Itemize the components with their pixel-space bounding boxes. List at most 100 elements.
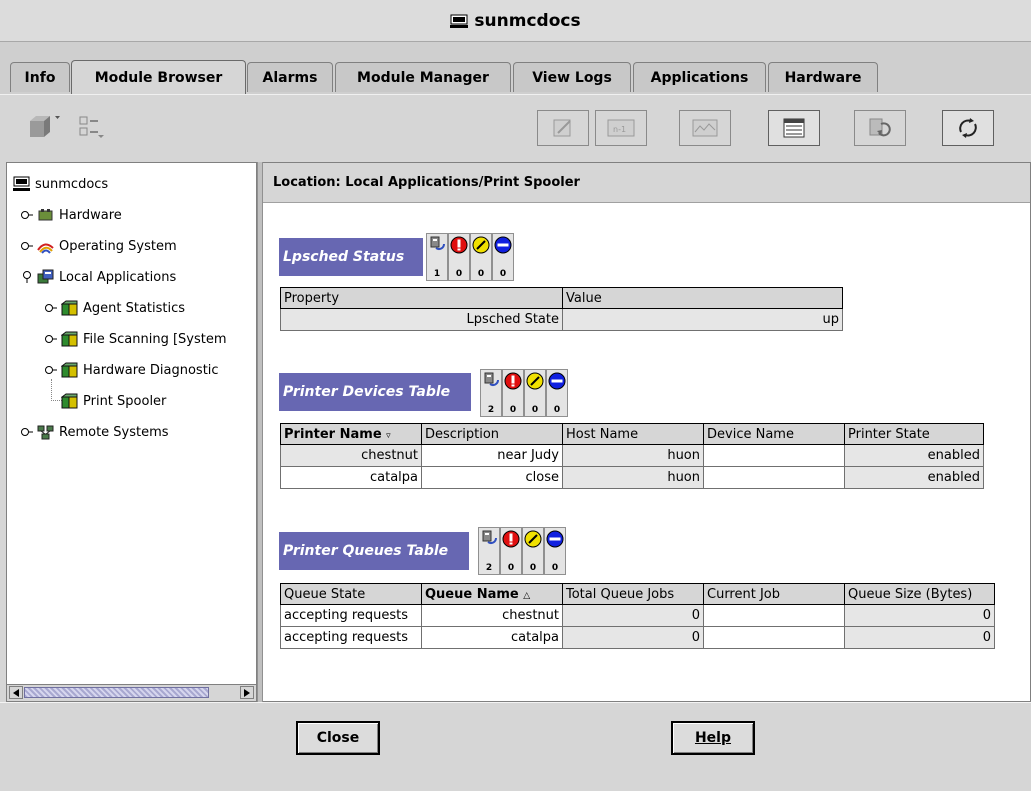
column-header-printer-state[interactable]: Printer State [844,423,984,445]
dialog-button-bar: Close Help [0,702,1031,791]
collapsed-toggle-icon[interactable] [45,364,57,376]
printer-queues-table: Queue State Queue Name △ Total Queue Job… [280,583,995,649]
tree-label: Hardware Diagnostic [83,362,219,378]
column-header-host-name[interactable]: Host Name [562,423,704,445]
graph-button[interactable] [679,110,731,146]
section-title: Printer Queues Table [283,543,449,559]
tab-hardware[interactable]: Hardware [768,62,878,92]
tab-info[interactable]: Info [10,62,70,92]
module-hosts-icon [484,372,499,386]
toggle-properties-button[interactable] [78,113,120,143]
tab-applications[interactable]: Applications [633,62,766,92]
column-header-total-queue-jobs[interactable]: Total Queue Jobs [562,583,704,605]
tab-alarms[interactable]: Alarms [247,62,333,92]
expanded-toggle-icon[interactable] [21,271,33,283]
help-button[interactable]: Help [671,721,755,755]
column-header-current-job[interactable]: Current Job [703,583,845,605]
horizontal-scrollbar[interactable] [7,684,256,701]
tree-item-hardware[interactable]: Hardware [21,204,122,226]
minor-count[interactable]: 0 [492,233,514,281]
applications-icon [37,269,54,285]
major-alarm-icon [526,372,544,390]
scroll-right-arrow-icon[interactable] [240,686,254,699]
scroll-thumb[interactable] [24,687,209,698]
critical-count[interactable]: 0 [448,233,470,281]
collapsed-toggle-icon[interactable] [21,426,33,438]
location-text: Location: Local Applications/Print Spool… [273,175,580,190]
table-row[interactable]: catalpa close huon enabled [280,466,984,489]
tree-item-print-spooler[interactable]: Print Spooler [61,390,166,412]
collapsed-toggle-icon[interactable] [21,240,33,252]
devices-alarm-counts[interactable]: 2 0 0 0 [480,369,568,417]
column-header-property[interactable]: Property [280,287,563,309]
tree-item-remote-systems[interactable]: Remote Systems [21,421,169,443]
tree-root-sunmcdocs[interactable]: sunmcdocs [13,173,108,195]
column-header-queue-name[interactable]: Queue Name △ [421,583,563,605]
tab-view-logs[interactable]: View Logs [513,62,631,92]
collapsed-toggle-icon[interactable] [45,302,57,314]
tree-label: Print Spooler [83,393,167,409]
critical-count[interactable]: 0 [500,527,522,575]
critical-count[interactable]: 0 [502,369,524,417]
hosts-count[interactable]: 2 [480,369,502,417]
module-cube-icon [61,362,78,378]
minor-alarm-icon [546,530,564,548]
tree-label: File Scanning [System [83,331,227,347]
column-header-printer-name[interactable]: Printer Name ▿ [280,423,422,445]
column-header-queue-size[interactable]: Queue Size (Bytes) [844,583,995,605]
window-title: sunmcdocs [474,10,581,31]
collapsed-toggle-icon[interactable] [21,209,33,221]
major-count[interactable]: 0 [524,369,546,417]
column-header-value[interactable]: Value [562,287,843,309]
tree-label: Local Applications [59,269,177,285]
tree-item-hardware-diagnostic[interactable]: Hardware Diagnostic [45,359,219,381]
tree-label: Hardware [59,207,122,223]
svg-text:n-1: n-1 [613,125,626,134]
table-view-button[interactable] [768,110,820,146]
queues-alarm-counts[interactable]: 2 0 0 0 [478,527,566,575]
collapsed-toggle-icon[interactable] [45,333,57,345]
computer-icon [450,14,469,28]
section-title: Printer Devices Table [283,384,451,400]
table-view-icon [783,118,805,138]
n-minus-1-button[interactable]: n-1 [595,110,647,146]
tab-bar: Info Module Browser Alarms Module Manage… [0,42,1031,94]
table-row[interactable]: Lpsched State up [280,308,843,331]
table-header-row: Printer Name ▿ Description Host Name Dev… [280,423,984,445]
tree-label: Operating System [59,238,177,254]
table-row[interactable]: accepting requests catalpa 0 0 [280,626,995,649]
table-row[interactable]: chestnut near Judy huon enabled [280,444,984,467]
lpsched-alarm-counts[interactable]: 1 0 0 0 [426,233,514,281]
tree-item-local-applications[interactable]: Local Applications [21,266,176,288]
refresh-button[interactable] [854,110,906,146]
tree-item-operating-system[interactable]: Operating System [21,235,177,257]
network-icon [37,424,54,440]
minor-count[interactable]: 0 [544,527,566,575]
tree-item-file-scanning[interactable]: File Scanning [System [45,328,227,350]
sort-descending-icon: ▿ [386,430,391,441]
edit-button[interactable] [537,110,589,146]
module-tree-button[interactable] [22,113,64,143]
minor-count[interactable]: 0 [546,369,568,417]
column-header-queue-state[interactable]: Queue State [280,583,422,605]
major-count[interactable]: 0 [470,233,492,281]
major-count[interactable]: 0 [522,527,544,575]
tab-module-browser[interactable]: Module Browser [71,60,246,94]
module-hosts-icon [482,530,497,544]
operating-system-icon [37,238,54,254]
probe-button[interactable] [942,110,994,146]
computer-icon [13,176,30,192]
hosts-count[interactable]: 2 [478,527,500,575]
table-row[interactable]: accepting requests chestnut 0 0 [280,604,995,627]
edit-icon [553,119,571,137]
lpsched-status-table: Property Value Lpsched State up [280,287,843,331]
scroll-left-arrow-icon[interactable] [9,686,23,699]
close-button[interactable]: Close [296,721,380,755]
column-header-device-name[interactable]: Device Name [703,423,845,445]
column-header-description[interactable]: Description [421,423,563,445]
graph-icon [692,119,718,137]
module-detail-pane: Location: Local Applications/Print Spool… [263,162,1031,702]
hosts-count[interactable]: 1 [426,233,448,281]
tree-item-agent-statistics[interactable]: Agent Statistics [45,297,185,319]
tab-module-manager[interactable]: Module Manager [335,62,511,92]
